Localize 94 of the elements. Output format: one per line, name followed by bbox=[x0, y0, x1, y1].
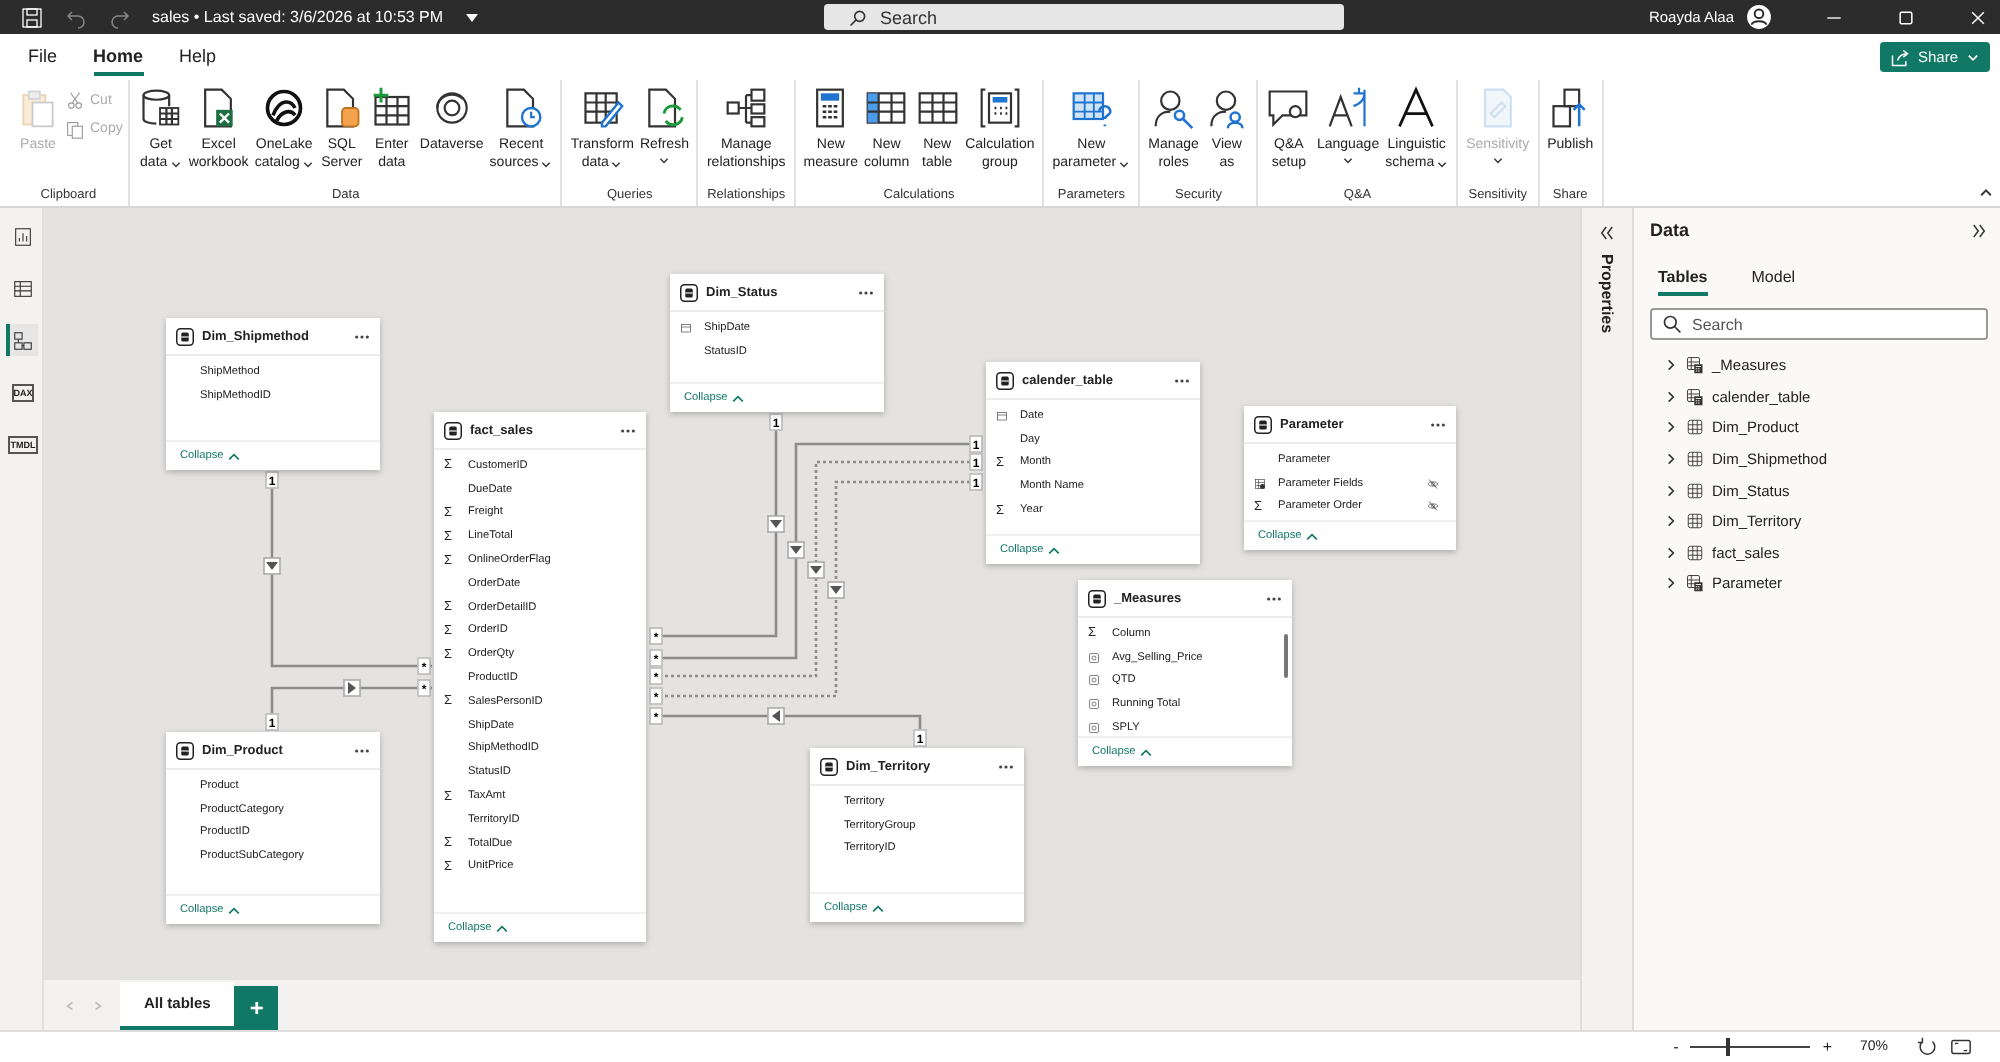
table-question-icon bbox=[1069, 86, 1114, 130]
zoom-out-button[interactable]: - bbox=[1673, 1038, 1679, 1056]
slider-thumb[interactable] bbox=[1726, 1038, 1731, 1056]
menu-tab[interactable]: File bbox=[28, 39, 58, 75]
close-icon[interactable] bbox=[1968, 7, 1988, 27]
more-icon[interactable] bbox=[858, 289, 874, 295]
table-icon bbox=[1686, 450, 1704, 469]
double-chevron-left-icon[interactable] bbox=[1598, 224, 1616, 242]
caret-up-icon bbox=[495, 923, 508, 933]
calendar-icon bbox=[996, 409, 1008, 422]
more-icon[interactable] bbox=[354, 333, 370, 339]
filter-direction-icon bbox=[807, 561, 825, 579]
table-icon bbox=[1686, 481, 1704, 500]
scrollbar-drawing bbox=[1284, 634, 1288, 678]
calculated-table-icon bbox=[1686, 356, 1704, 375]
more-icon[interactable] bbox=[1430, 421, 1446, 427]
person-icon bbox=[1204, 86, 1249, 130]
save-icon[interactable] bbox=[20, 5, 44, 29]
search-field[interactable]: Search bbox=[1650, 308, 1988, 340]
table-icon bbox=[1254, 477, 1266, 490]
database-icon bbox=[138, 86, 183, 130]
view-button[interactable] bbox=[5, 324, 37, 356]
table-icon bbox=[996, 371, 1014, 389]
zoom-in-button[interactable]: + bbox=[1822, 1038, 1832, 1056]
filter-direction-icon bbox=[767, 707, 785, 725]
more-icon[interactable] bbox=[1174, 377, 1190, 383]
more-icon[interactable] bbox=[998, 763, 1014, 769]
more-icon[interactable] bbox=[620, 427, 636, 433]
caret-up-icon bbox=[1047, 545, 1060, 555]
language-icon bbox=[1326, 86, 1371, 130]
share-icon bbox=[1889, 47, 1910, 67]
menu-tab[interactable]: Home bbox=[93, 39, 144, 75]
more-icon[interactable] bbox=[1266, 595, 1282, 601]
add-page-button[interactable]: + bbox=[234, 986, 279, 1030]
caret-up-icon bbox=[1139, 747, 1152, 757]
filter-direction-icon bbox=[263, 557, 281, 575]
table-card[interactable] bbox=[434, 412, 646, 942]
double-chevron-right-icon[interactable] bbox=[1970, 221, 1988, 239]
table-pencil-icon bbox=[580, 86, 625, 130]
pane-title: Properties bbox=[1598, 254, 1616, 334]
model-view-icon bbox=[12, 329, 34, 351]
table-column-icon bbox=[864, 86, 909, 130]
filter-direction-icon bbox=[827, 581, 845, 599]
globe-icon bbox=[262, 86, 307, 130]
caret-up-icon bbox=[871, 903, 884, 913]
copy-icon bbox=[64, 118, 86, 140]
scissors-icon bbox=[64, 90, 86, 112]
maximize-icon[interactable] bbox=[1896, 7, 1916, 27]
table-icon bbox=[1686, 543, 1704, 562]
table-icon bbox=[680, 283, 698, 301]
relationships-icon bbox=[724, 86, 769, 130]
menu-tab[interactable]: Help bbox=[179, 39, 217, 75]
table-icon bbox=[444, 421, 462, 439]
table-plus-icon bbox=[369, 86, 414, 130]
person-key-icon bbox=[1151, 86, 1196, 130]
caret-up-icon bbox=[227, 905, 240, 915]
calendar-icon bbox=[680, 321, 692, 334]
fit-to-screen-icon[interactable] bbox=[1950, 1036, 1972, 1058]
calculated-table-icon bbox=[1686, 574, 1704, 593]
more-icon[interactable] bbox=[354, 747, 370, 753]
letter-icon bbox=[1394, 86, 1439, 130]
table-icon bbox=[176, 741, 194, 759]
redo-icon[interactable] bbox=[108, 5, 132, 29]
caret-up-icon bbox=[1305, 531, 1318, 541]
search-icon bbox=[848, 8, 868, 28]
table-icon bbox=[1686, 512, 1704, 531]
search-icon bbox=[1662, 314, 1682, 334]
caret-up-icon bbox=[227, 451, 240, 461]
avatar-icon[interactable] bbox=[1746, 4, 1772, 30]
table-icon bbox=[915, 86, 960, 130]
undo-icon[interactable] bbox=[64, 5, 88, 29]
refresh-file-icon bbox=[642, 86, 687, 130]
filter-direction-icon bbox=[787, 541, 805, 559]
filter-direction-icon bbox=[343, 679, 361, 697]
calculated-table-icon bbox=[1686, 387, 1704, 406]
pane-tab[interactable]: Tables bbox=[1658, 268, 1708, 296]
filter-direction-icon bbox=[767, 515, 785, 533]
table-icon bbox=[1686, 418, 1704, 437]
table-icon bbox=[1254, 415, 1272, 433]
search-input[interactable]: Search bbox=[824, 4, 1344, 30]
table-icon bbox=[820, 757, 838, 775]
table-icon bbox=[176, 327, 194, 345]
paste-icon bbox=[16, 86, 60, 130]
pane-title: Data bbox=[1650, 220, 1690, 240]
report-view-icon bbox=[12, 225, 34, 247]
caret-down-icon[interactable] bbox=[463, 9, 480, 25]
caret-up-icon bbox=[731, 393, 744, 403]
table-view-icon bbox=[12, 277, 34, 299]
pane-tab[interactable]: Model bbox=[1751, 268, 1796, 296]
file-title: sales • Last saved: 3/6/2026 at 10:53 PM bbox=[152, 8, 444, 26]
caret-down-icon bbox=[1966, 50, 1980, 64]
reset-icon[interactable] bbox=[1916, 1036, 1938, 1058]
caret-up-icon[interactable] bbox=[1978, 184, 1994, 200]
table-icon bbox=[1088, 589, 1106, 607]
